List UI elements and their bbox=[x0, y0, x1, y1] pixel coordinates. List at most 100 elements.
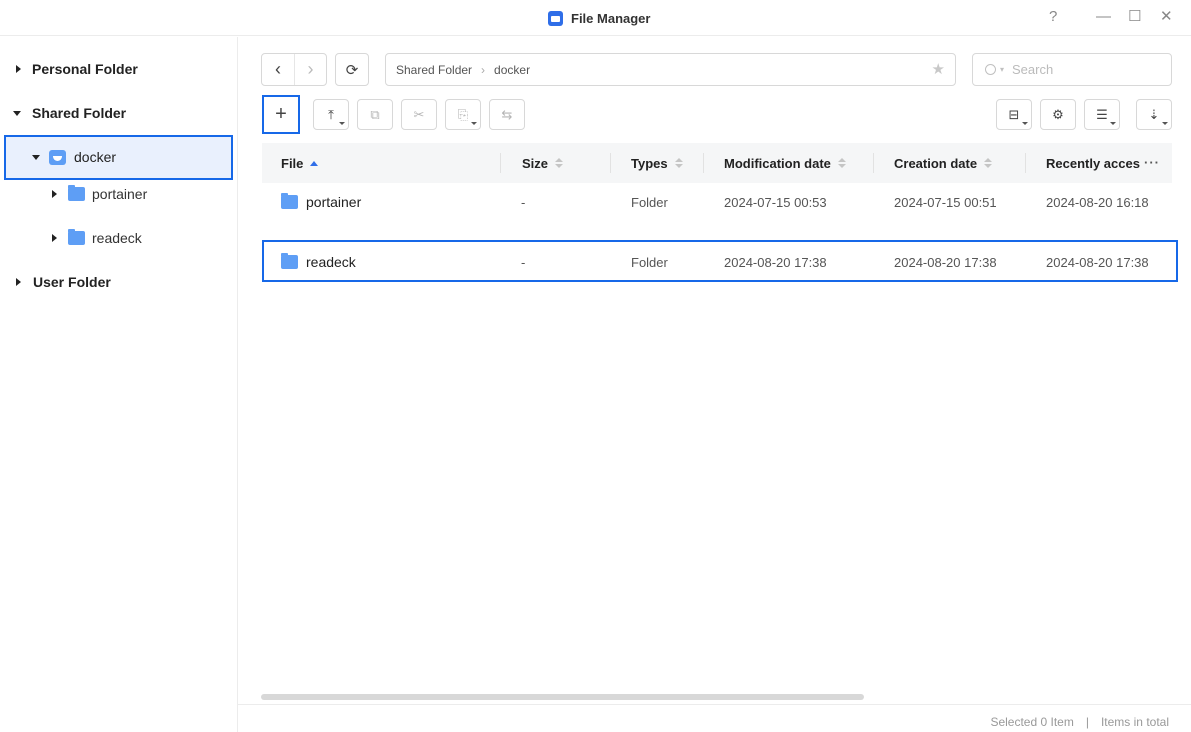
move-icon: ⇆ bbox=[501, 106, 513, 122]
settings-button[interactable]: ⚙ bbox=[1040, 99, 1076, 130]
status-divider: | bbox=[1085, 715, 1089, 729]
sort-icon: ⇣ bbox=[1148, 106, 1160, 122]
expand-arrow-icon[interactable] bbox=[16, 65, 21, 73]
collapse-arrow-icon[interactable] bbox=[13, 110, 21, 116]
column-label: Size bbox=[522, 155, 549, 171]
cut-button[interactable]: ✂ bbox=[401, 99, 437, 130]
file-manager-icon bbox=[548, 10, 563, 26]
app-title: File Manager bbox=[548, 8, 650, 28]
modified-cell: 2024-07-15 00:53 bbox=[724, 194, 827, 210]
sort-ascending-icon[interactable] bbox=[310, 160, 319, 166]
toolbox-icon: ⊟ bbox=[1008, 106, 1020, 122]
column-label: File bbox=[281, 155, 304, 171]
items-total: Items in total bbox=[1100, 715, 1169, 729]
size-cell: - bbox=[521, 254, 526, 270]
tree-item-label: User Folder bbox=[33, 274, 111, 290]
paste-button[interactable]: ⎘ bbox=[445, 99, 481, 130]
file-name-cell[interactable]: portainer bbox=[281, 182, 361, 222]
column-divider[interactable] bbox=[610, 153, 611, 173]
tree-item-label: docker bbox=[74, 149, 117, 165]
column-header-file[interactable]: File bbox=[281, 143, 319, 183]
tree-item-label: Personal Folder bbox=[32, 61, 138, 77]
app-title-text: File Manager bbox=[571, 10, 651, 26]
breadcrumb-separator-icon: › bbox=[481, 62, 486, 77]
dropdown-arrow-icon bbox=[1110, 122, 1116, 125]
minimize-icon[interactable]: — bbox=[1096, 8, 1111, 26]
tree-item-user-folder[interactable]: User Folder bbox=[16, 267, 111, 297]
column-divider[interactable] bbox=[1025, 153, 1026, 173]
tree-item-label: readeck bbox=[92, 230, 142, 246]
table-row-highlighted[interactable]: readeck - Folder 2024-08-20 17:38 2024-0… bbox=[262, 240, 1178, 282]
sort-icon[interactable] bbox=[674, 158, 683, 168]
favorite-star-icon[interactable]: ★ bbox=[932, 60, 945, 78]
maximize-icon[interactable]: ☐ bbox=[1128, 8, 1141, 26]
breadcrumb: Shared Folder › docker ★ bbox=[385, 53, 956, 86]
refresh-button[interactable]: ⟳ bbox=[335, 53, 369, 86]
help-icon[interactable]: ? bbox=[1049, 8, 1057, 26]
more-columns-icon[interactable]: ··· bbox=[1144, 155, 1160, 170]
breadcrumb-current[interactable]: docker bbox=[494, 63, 530, 77]
folder-icon bbox=[68, 229, 85, 245]
dropdown-arrow-icon bbox=[1162, 122, 1168, 125]
accessed-cell: 2024-08-20 17:38 bbox=[1046, 254, 1149, 270]
close-icon[interactable]: ✕ bbox=[1160, 8, 1173, 26]
tree-item-personal-folder[interactable]: Personal Folder bbox=[16, 54, 138, 84]
size-cell: - bbox=[521, 194, 526, 210]
sidebar: Personal Folder Shared Folder docker por… bbox=[0, 37, 238, 732]
back-button[interactable]: ‹ bbox=[262, 54, 294, 85]
upload-icon: ⤒ bbox=[328, 106, 334, 122]
expand-arrow-icon[interactable] bbox=[52, 234, 57, 242]
sort-icon[interactable] bbox=[837, 158, 846, 168]
sort-icon[interactable] bbox=[984, 158, 993, 168]
tree-item-portainer[interactable]: portainer bbox=[52, 179, 147, 209]
status-bar: Selected 0 Item | Items in total bbox=[238, 704, 1191, 732]
table-row[interactable]: portainer - Folder 2024-07-15 00:53 2024… bbox=[262, 182, 1178, 222]
copy-button[interactable]: ⧉ bbox=[357, 99, 393, 130]
docker-folder-icon bbox=[49, 149, 66, 165]
column-label: Creation date bbox=[894, 155, 978, 171]
expand-arrow-icon[interactable] bbox=[16, 278, 21, 286]
upload-button[interactable]: ⤒ bbox=[313, 99, 349, 130]
column-divider[interactable] bbox=[703, 153, 704, 173]
search-placeholder: Search bbox=[1012, 62, 1054, 77]
collapse-arrow-icon[interactable] bbox=[32, 154, 40, 160]
file-name: readeck bbox=[306, 254, 356, 270]
tree-item-readeck[interactable]: readeck bbox=[52, 223, 142, 253]
search-dropdown-icon[interactable]: ▾ bbox=[1000, 65, 1004, 74]
expand-arrow-icon[interactable] bbox=[52, 190, 57, 198]
column-header-recently-accessed[interactable]: Recently acces bbox=[1046, 143, 1140, 183]
column-header-types[interactable]: Types bbox=[631, 143, 683, 183]
gear-icon: ⚙ bbox=[1052, 106, 1064, 122]
tree-item-label: portainer bbox=[92, 186, 148, 202]
paste-icon: ⎘ bbox=[457, 106, 469, 122]
column-divider[interactable] bbox=[500, 153, 501, 173]
column-divider[interactable] bbox=[873, 153, 874, 173]
new-button[interactable]: + bbox=[262, 95, 300, 134]
horizontal-scrollbar[interactable] bbox=[261, 694, 864, 700]
column-header-modification-date[interactable]: Modification date bbox=[724, 143, 846, 183]
accessed-cell: 2024-08-20 16:18 bbox=[1046, 194, 1149, 210]
file-name-cell[interactable]: readeck bbox=[281, 242, 356, 282]
title-bar: File Manager ? — ☐ ✕ bbox=[0, 0, 1191, 36]
sort-button[interactable]: ⇣ bbox=[1136, 99, 1172, 130]
search-input[interactable]: ▾ Search bbox=[972, 53, 1172, 86]
modified-cell: 2024-08-20 17:38 bbox=[724, 254, 827, 270]
forward-button[interactable]: › bbox=[293, 54, 326, 85]
dropdown-arrow-icon bbox=[339, 122, 345, 125]
tools-button[interactable]: ⊟ bbox=[996, 99, 1032, 130]
type-cell: Folder bbox=[631, 194, 668, 210]
column-header-size[interactable]: Size bbox=[522, 143, 564, 183]
dropdown-arrow-icon bbox=[471, 122, 477, 125]
breadcrumb-root[interactable]: Shared Folder bbox=[396, 63, 472, 77]
sort-icon[interactable] bbox=[555, 158, 564, 168]
file-name: portainer bbox=[306, 194, 362, 210]
folder-icon bbox=[68, 185, 85, 201]
view-mode-button[interactable]: ☰ bbox=[1084, 99, 1120, 130]
copy-icon: ⧉ bbox=[370, 106, 380, 122]
tree-item-shared-folder[interactable]: Shared Folder bbox=[13, 98, 126, 128]
tree-item-docker[interactable]: docker bbox=[32, 142, 116, 172]
dropdown-arrow-icon bbox=[1022, 122, 1028, 125]
move-button[interactable]: ⇆ bbox=[489, 99, 525, 130]
column-header-creation-date[interactable]: Creation date bbox=[894, 143, 993, 183]
refresh-icon: ⟳ bbox=[345, 61, 359, 79]
